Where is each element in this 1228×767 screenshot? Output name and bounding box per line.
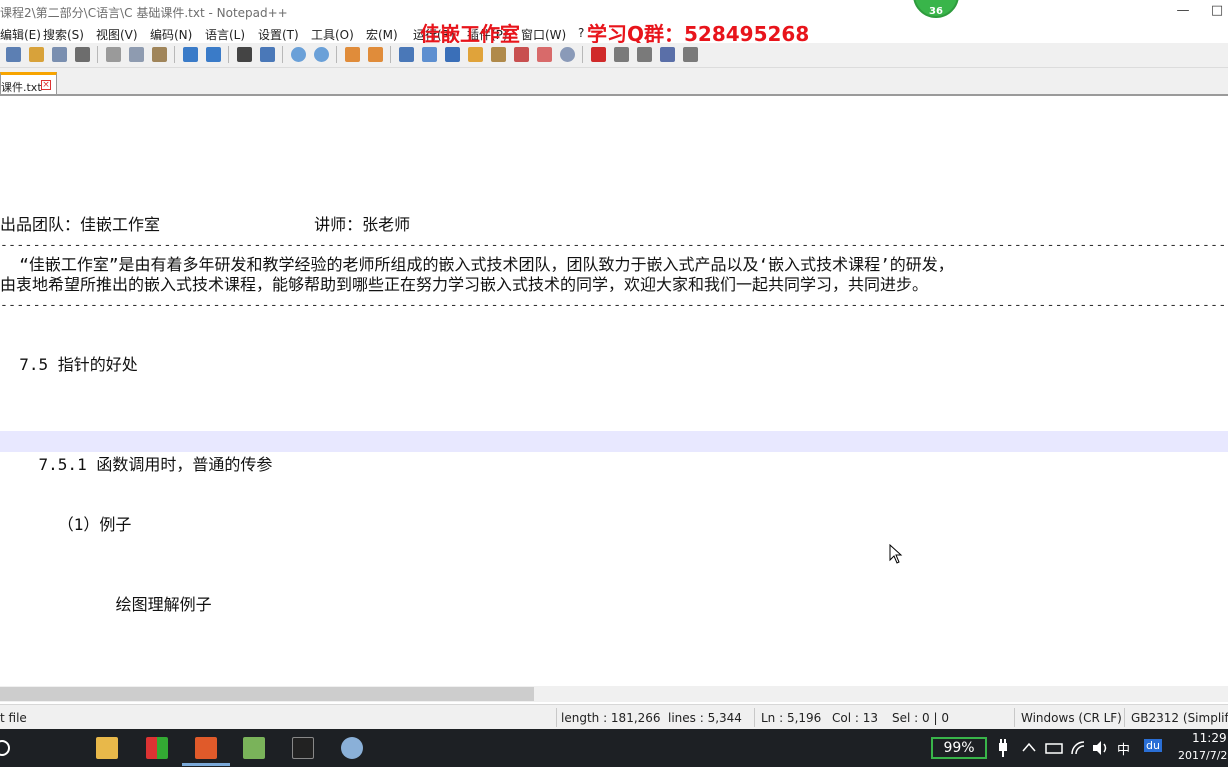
menu-macro[interactable]: 宏(M) — [366, 26, 398, 43]
cut-icon[interactable] — [106, 47, 121, 62]
toolbar-separator — [228, 46, 229, 63]
status-length: length : 181,266 — [561, 711, 661, 725]
terminal-icon[interactable] — [292, 737, 314, 759]
udl-icon[interactable] — [468, 47, 483, 62]
separator-line: ----------------------------------------… — [0, 298, 1228, 313]
toolbar-separator — [97, 46, 98, 63]
play-macro-icon[interactable] — [637, 47, 652, 62]
menu-tools[interactable]: 工具(O) — [311, 26, 354, 43]
chevron-up-icon[interactable] — [1022, 742, 1036, 752]
find-icon[interactable] — [237, 47, 252, 62]
status-separator — [556, 708, 557, 727]
baidu-input-icon[interactable]: du — [1144, 739, 1162, 752]
function-list-icon[interactable] — [514, 47, 529, 62]
notepad-plus-plus-icon[interactable] — [243, 737, 265, 759]
status-file-type: t file — [0, 711, 27, 725]
menu-view[interactable]: 视图(V) — [96, 26, 138, 43]
ime-indicator[interactable]: 中 — [1117, 739, 1130, 758]
search-icon[interactable] — [0, 739, 12, 757]
toolbar-separator — [174, 46, 175, 63]
status-bar: t file length : 181,266 lines : 5,344 Ln… — [0, 704, 1228, 730]
status-eol: Windows (CR LF) — [1021, 711, 1122, 725]
toolbar-separator — [582, 46, 583, 63]
status-encoding: GB2312 (Simplified) — [1131, 711, 1228, 725]
heading-7-5-1: 7.5.1 函数调用时，普通的传参 — [0, 455, 273, 474]
separator-line: ----------------------------------------… — [0, 238, 1228, 253]
tab-close-icon[interactable]: × — [41, 80, 51, 90]
mouse-cursor-icon — [889, 544, 903, 564]
file-explorer-icon[interactable] — [96, 737, 118, 759]
new-icon[interactable] — [6, 47, 21, 62]
toolbar — [0, 43, 1228, 68]
folder-workspace-icon[interactable] — [537, 47, 552, 62]
heading-7-5: 7.5 指针的好处 — [0, 355, 138, 374]
menu-language[interactable]: 语言(L) — [205, 26, 245, 43]
replace-icon[interactable] — [260, 47, 275, 62]
tab-bar: 课件.txt × — [0, 68, 1228, 96]
taskbar — [0, 729, 1228, 767]
sync-h-icon[interactable] — [368, 47, 383, 62]
scrollbar-thumb[interactable] — [0, 687, 534, 701]
toolbar-separator — [390, 46, 391, 63]
monitor-icon[interactable] — [560, 47, 575, 62]
volume-icon[interactable] — [1092, 740, 1110, 756]
tab-file[interactable]: 课件.txt × — [0, 72, 57, 94]
window-title: 课程2\第二部分\C语言\C 基础课件.txt - Notepad++ — [0, 6, 288, 20]
status-lines: lines : 5,344 — [668, 711, 742, 725]
menu-search[interactable]: 搜索(S) — [43, 26, 84, 43]
indent-guide-icon[interactable] — [445, 47, 460, 62]
save-macro-icon[interactable] — [683, 47, 698, 62]
status-col: Col : 13 — [832, 711, 878, 725]
all-chars-icon[interactable] — [422, 47, 437, 62]
active-app-indicator — [182, 763, 230, 766]
status-sel: Sel : 0 | 0 — [892, 711, 949, 725]
battery-indicator[interactable]: 99% — [931, 737, 987, 759]
wifi-icon[interactable] — [1070, 740, 1086, 756]
menu-edit[interactable]: 编辑(E) — [0, 26, 41, 43]
status-separator — [1124, 708, 1125, 727]
current-line-highlight — [0, 431, 1228, 452]
doc-map-icon[interactable] — [491, 47, 506, 62]
power-plug-icon[interactable] — [996, 738, 1010, 758]
paste-icon[interactable] — [152, 47, 167, 62]
zoom-in-icon[interactable] — [291, 47, 306, 62]
network-icon[interactable] — [1045, 741, 1063, 755]
minimize-button[interactable]: — — [1160, 0, 1206, 23]
status-ln: Ln : 5,196 — [761, 711, 822, 725]
sync-v-icon[interactable] — [345, 47, 360, 62]
credits-line: 出品团队：佳嵌工作室 讲师：张老师 — [0, 215, 411, 234]
toolbar-separator — [282, 46, 283, 63]
toolbar-separator — [336, 46, 337, 63]
paint-icon[interactable] — [341, 737, 363, 759]
editor-area[interactable]: 出品团队：佳嵌工作室 讲师：张老师 ----------------------… — [0, 96, 1228, 686]
example-heading: （1）例子 — [0, 515, 132, 534]
save-icon[interactable] — [52, 47, 67, 62]
undo-icon[interactable] — [183, 47, 198, 62]
open-icon[interactable] — [29, 47, 44, 62]
stop-macro-icon[interactable] — [614, 47, 629, 62]
run-macro-multiple-icon[interactable] — [660, 47, 675, 62]
redo-icon[interactable] — [206, 47, 221, 62]
tab-label: 课件.txt — [1, 81, 42, 94]
menu-encoding[interactable]: 编码(N) — [150, 26, 192, 43]
record-macro-icon[interactable] — [591, 47, 606, 62]
intro-line-2: 由衷地希望所推出的嵌入式技术课程，能够帮助到哪些正在努力学习嵌入式技术的同学，欢… — [0, 275, 929, 294]
app-c-icon[interactable] — [195, 737, 217, 759]
maximize-button[interactable]: □ — [1206, 0, 1228, 23]
drawing-example-line: 绘图理解例子 — [0, 595, 212, 614]
status-separator — [1014, 708, 1015, 727]
taskbar-date[interactable]: 2017/7/2 — [1178, 749, 1227, 762]
app-icon[interactable] — [146, 737, 168, 759]
print-icon[interactable] — [75, 47, 90, 62]
menu-settings[interactable]: 设置(T) — [258, 26, 299, 43]
menu-window[interactable]: 窗口(W) — [521, 26, 566, 43]
wrap-icon[interactable] — [399, 47, 414, 62]
menu-help[interactable]: ? — [578, 26, 584, 40]
status-separator — [754, 708, 755, 727]
taskbar-time[interactable]: 11:29 — [1192, 731, 1227, 745]
copy-icon[interactable] — [129, 47, 144, 62]
zoom-out-icon[interactable] — [314, 47, 329, 62]
intro-line-1: “佳嵌工作室”是由有着多年研发和教学经验的老师所组成的嵌入式技术团队，团队致力于… — [0, 255, 954, 274]
